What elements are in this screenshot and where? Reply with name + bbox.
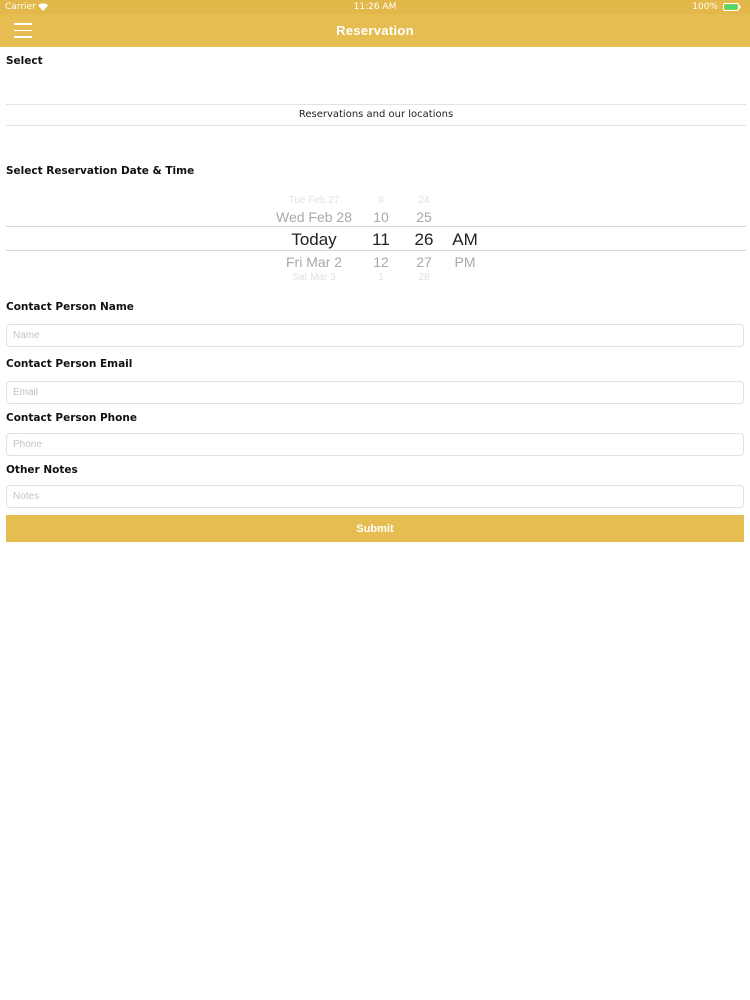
page-title: Reservation xyxy=(336,23,414,38)
contact-phone-label: Contact Person Phone xyxy=(6,412,137,424)
other-notes-label: Other Notes xyxy=(6,464,78,476)
contact-name-label: Contact Person Name xyxy=(6,301,134,313)
contact-email-label: Contact Person Email xyxy=(6,358,133,370)
picker-minute-below-far[interactable]: 28 xyxy=(408,272,440,283)
battery-icon xyxy=(723,3,741,11)
select-label: Select xyxy=(6,55,43,67)
status-time: 11:26 AM xyxy=(353,2,397,12)
picker-hour-above[interactable]: 10 xyxy=(366,209,396,225)
picker-ampm-selected[interactable]: AM xyxy=(448,230,482,250)
picker-selection-top-line xyxy=(6,226,746,227)
picker-minute-selected[interactable]: 26 xyxy=(408,230,440,250)
nav-bar: Reservation xyxy=(0,14,750,47)
location-selector[interactable]: Reservations and our locations xyxy=(6,104,746,126)
contact-name-input[interactable] xyxy=(6,324,744,347)
notes-input[interactable] xyxy=(6,485,744,508)
status-bar: Carrier 11:26 AM 100% xyxy=(0,0,750,14)
picker-day-below[interactable]: Fri Mar 2 xyxy=(262,254,366,270)
submit-button[interactable]: Submit xyxy=(6,515,744,542)
contact-phone-input[interactable] xyxy=(6,433,744,456)
picker-day-above-far[interactable]: Tue Feb 27 xyxy=(262,195,366,206)
picker-ampm-other[interactable]: PM xyxy=(448,254,482,270)
datetime-picker[interactable]: Tue Feb 27 Wed Feb 28 Today Fri Mar 2 Sa… xyxy=(0,192,750,284)
picker-hour-above-far[interactable]: 9 xyxy=(366,195,396,206)
datetime-label: Select Reservation Date & Time xyxy=(6,165,195,177)
picker-hour-selected[interactable]: 11 xyxy=(366,230,396,250)
picker-hour-below[interactable]: 12 xyxy=(366,254,396,270)
battery-percent: 100% xyxy=(692,2,718,12)
picker-selection-bottom-line xyxy=(6,250,746,251)
picker-day-above[interactable]: Wed Feb 28 xyxy=(262,209,366,225)
picker-hour-below-far[interactable]: 1 xyxy=(366,272,396,283)
picker-minute-above[interactable]: 25 xyxy=(408,209,440,225)
picker-day-below-far[interactable]: Sat Mar 3 xyxy=(262,272,366,283)
picker-day-selected[interactable]: Today xyxy=(262,230,366,250)
picker-minute-below[interactable]: 27 xyxy=(408,254,440,270)
contact-email-input[interactable] xyxy=(6,381,744,404)
picker-minute-above-far[interactable]: 24 xyxy=(408,195,440,206)
